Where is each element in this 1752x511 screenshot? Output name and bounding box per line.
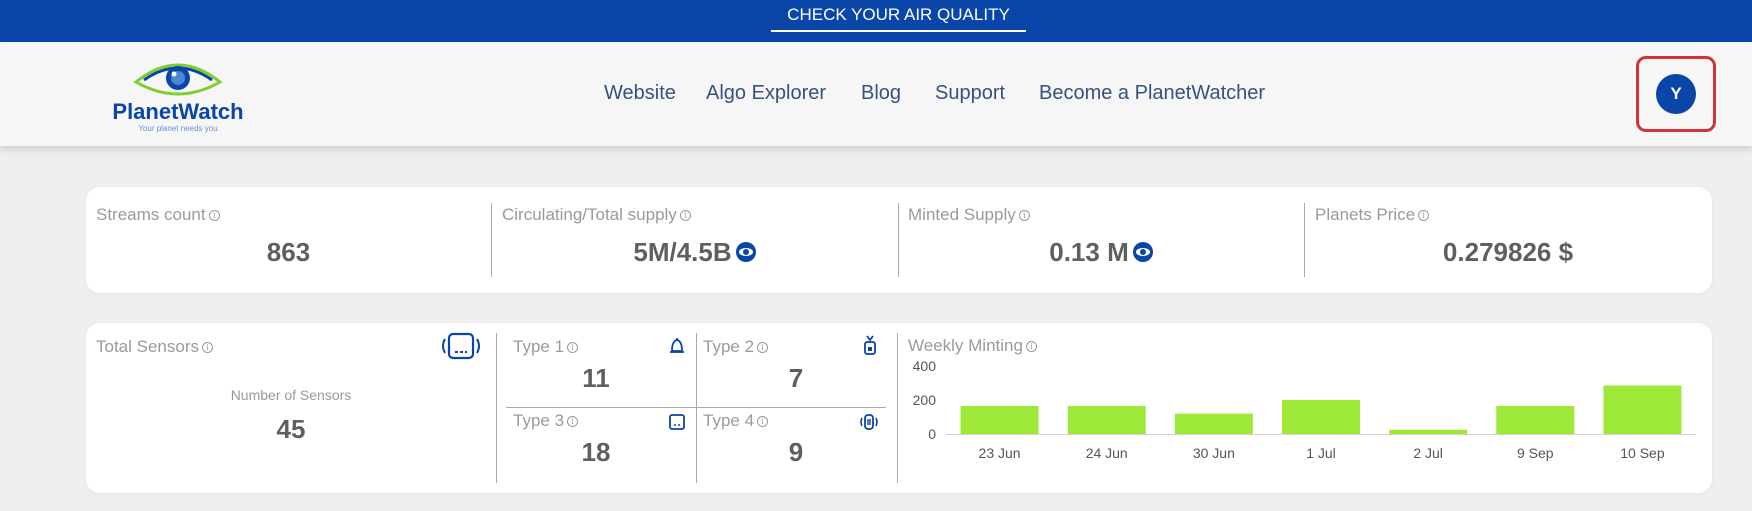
bar-9-sep[interactable]	[1496, 405, 1575, 434]
planets-price-value: 0.279826 $	[1442, 237, 1574, 267]
type-2-label: Type 2i	[703, 337, 769, 357]
header: PlanetWatch Your planet needs you Websit…	[0, 42, 1752, 146]
section-divider	[897, 333, 898, 483]
type-4-value: 9	[788, 437, 804, 467]
type-1-label: Type 1i	[513, 337, 579, 357]
x-tick-label: 2 Jul	[1413, 445, 1443, 461]
wireless-sensor-icon	[860, 414, 878, 430]
minted-supply-value: 0.13 M	[898, 237, 1304, 268]
type-2-value: 7	[788, 363, 804, 393]
type-3-value: 18	[581, 437, 611, 467]
bar-10-sep[interactable]	[1603, 385, 1682, 434]
eye-logo-icon	[133, 63, 223, 96]
y-tick-label: 200	[913, 392, 937, 408]
eye-icon[interactable]	[735, 242, 756, 263]
info-icon[interactable]: i	[679, 210, 691, 222]
info-icon[interactable]: i	[208, 210, 220, 222]
number-of-sensors-label: Number of Sensors	[230, 387, 352, 403]
supply-value: 5M/4.5B	[491, 237, 898, 268]
user-avatar-button[interactable]: Y	[1656, 74, 1696, 114]
stats-card: Streams count i 863 Circulating/Total sup…	[86, 187, 1712, 293]
eye-icon[interactable]	[1132, 242, 1153, 263]
streams-count-value: 863	[266, 237, 311, 267]
sensors-card: Total Sensors i Number of Sensors 45 Type…	[86, 323, 1712, 493]
planets-price-label: Planets Price i	[1315, 205, 1430, 225]
x-tick-label: 1 Jul	[1306, 445, 1336, 461]
nav-become-planetwatcher[interactable]: Become a PlanetWatcher	[1039, 82, 1265, 110]
bell-sensor-icon	[670, 338, 684, 353]
bar-1-jul[interactable]	[1282, 400, 1360, 434]
streams-count-label: Streams count i	[96, 205, 220, 225]
logo-tagline: Your planet needs you	[138, 124, 218, 133]
info-icon[interactable]: i	[1025, 341, 1037, 353]
minted-supply-label: Minted Supply i	[908, 205, 1030, 225]
x-tick-label: 9 Sep	[1517, 445, 1554, 461]
info-icon[interactable]: i	[567, 416, 579, 428]
weekly-minting-chart: 0 200 400 23 Jun 24 Jun 30 Jun 1 Jul 2 Jul 9 Sep…	[913, 358, 1696, 461]
bar-2-jul[interactable]	[1389, 429, 1468, 434]
bar-23-jun[interactable]	[960, 405, 1039, 434]
supply-label: Circulating/Total supply i	[502, 205, 691, 225]
info-icon[interactable]: i	[202, 342, 213, 354]
info-icon[interactable]: i	[1018, 210, 1030, 222]
logo-brand-text: PlanetWatch	[112, 99, 244, 124]
type-1-value: 11	[582, 363, 610, 393]
x-tick-label: 10 Sep	[1620, 445, 1665, 461]
y-tick-label: 400	[913, 358, 937, 374]
total-sensors-value: 45	[276, 414, 306, 444]
info-icon[interactable]: i	[1418, 210, 1430, 222]
x-tick-label: 30 Jun	[1193, 445, 1235, 461]
type-3-label: Type 3i	[513, 411, 579, 431]
top-banner: CHECK YOUR AIR QUALITY	[0, 0, 1752, 42]
bar-30-jun[interactable]	[1174, 413, 1253, 434]
bar-24-jun[interactable]	[1067, 405, 1146, 434]
total-sensors-label: Total Sensors i	[96, 337, 213, 357]
info-icon[interactable]: i	[757, 416, 769, 428]
info-icon[interactable]: i	[757, 342, 769, 354]
nav-website[interactable]: Website	[604, 82, 676, 110]
x-tick-label: 24 Jun	[1086, 445, 1128, 461]
box-sensor-icon	[669, 414, 685, 430]
type-4-label: Type 4i	[703, 411, 769, 431]
types-divider	[506, 407, 886, 408]
check-air-quality-link[interactable]: CHECK YOUR AIR QUALITY	[771, 3, 1026, 32]
lantern-sensor-icon	[864, 335, 876, 355]
nav-support[interactable]: Support	[935, 82, 1005, 110]
info-icon[interactable]: i	[567, 342, 579, 354]
nav-blog[interactable]: Blog	[861, 82, 901, 110]
y-tick-label: 0	[928, 426, 936, 442]
weekly-minting-label: Weekly Minting i	[908, 336, 1037, 356]
nav-algo-explorer[interactable]: Algo Explorer	[706, 82, 826, 110]
x-tick-label: 23 Jun	[979, 445, 1021, 461]
sensor-device-icon	[442, 332, 480, 360]
planetwatch-logo[interactable]: PlanetWatch Your planet needs you	[98, 56, 258, 136]
